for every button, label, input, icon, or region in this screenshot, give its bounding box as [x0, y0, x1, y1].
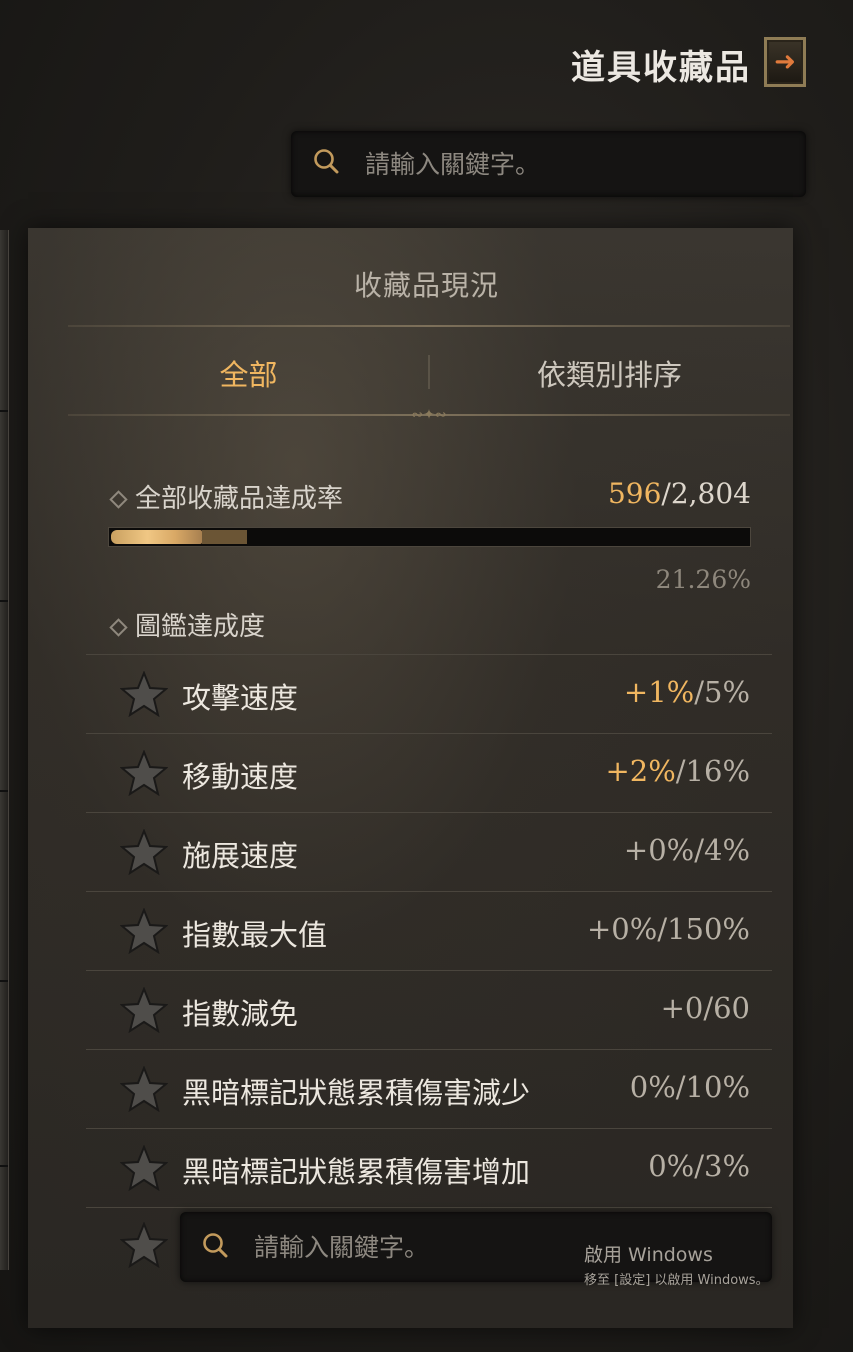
bonus-name: 施展速度: [182, 839, 299, 873]
bonus-value: +2%/16%: [605, 754, 750, 788]
search-icon: [203, 1233, 228, 1258]
bonus-name: 攻擊速度: [182, 681, 299, 715]
bonus-name: 指數減免: [182, 997, 299, 1031]
bonus-name: 指數最大值: [182, 918, 328, 952]
bonus-name: 黑暗標記狀態累積傷害減少: [182, 1076, 531, 1110]
completion-percent: 21.26%: [655, 565, 751, 594]
page-title: 道具收藏品: [571, 48, 751, 88]
watermark-line2: 移至 [設定] 以啟用 Windows。: [584, 1273, 769, 1288]
search-input[interactable]: [363, 141, 787, 187]
bonus-row: 指數最大值 +0%/150%: [86, 891, 772, 970]
tab-all[interactable]: 全部: [68, 352, 429, 394]
completion-current: 596: [607, 477, 662, 510]
panel-title: 收藏品現況: [353, 269, 499, 302]
completion-count: 596/2,804: [608, 477, 751, 510]
windows-activation-watermark: 啟用 Windows 移至 [設定] 以啟用 Windows。: [584, 1240, 769, 1288]
bonus-value: +0%/150%: [587, 912, 750, 946]
bonus-name: 黑暗標記狀態累積傷害增加: [182, 1155, 531, 1189]
completion-progress-pending: [202, 530, 247, 544]
star-icon: [120, 908, 168, 954]
completion-progress-fill: [111, 530, 202, 544]
bonus-name: 移動速度: [182, 760, 299, 794]
completion-progress-bar: [108, 527, 751, 547]
star-icon: [120, 1222, 168, 1268]
bonus-row: 攻擊速度 +1%/5%: [86, 654, 772, 733]
diamond-bullet-icon: [109, 490, 128, 509]
ornament-icon: ∾✦∾: [411, 407, 447, 423]
bonus-row: 指數減免 +0/60: [86, 970, 772, 1049]
completion-label: 全部收藏品達成率: [109, 478, 343, 515]
completion-total: /2,804: [661, 477, 751, 510]
bonus-value: 0%/10%: [629, 1070, 750, 1104]
exit-button[interactable]: ➜: [764, 37, 806, 87]
bonus-list: 攻擊速度 +1%/5% 移動速度 +2%/16% 施展速度 +0%/4% 指數最…: [86, 654, 772, 1208]
exit-arrow-icon: ➜: [774, 47, 796, 77]
left-edge-panel: [0, 230, 9, 1270]
bonus-value: +1%/5%: [623, 675, 750, 709]
bonus-row: 黑暗標記狀態累積傷害減少 0%/10%: [86, 1049, 772, 1128]
star-icon: [120, 750, 168, 796]
search-icon: [314, 149, 339, 174]
tab-sort-by-category[interactable]: 依類別排序: [429, 352, 790, 394]
star-icon: [120, 829, 168, 875]
bonus-value: +0/60: [660, 991, 750, 1025]
bonus-row: 移動速度 +2%/16%: [86, 733, 772, 812]
bonus-value: +0%/4%: [623, 833, 750, 867]
star-icon: [120, 671, 168, 717]
codex-label: 圖鑑達成度: [109, 606, 265, 643]
star-icon: [120, 1145, 168, 1191]
watermark-line1: 啟用 Windows: [584, 1244, 713, 1266]
diamond-bullet-icon: [109, 618, 128, 637]
bonus-row: 黑暗標記狀態累積傷害增加 0%/3%: [86, 1128, 772, 1208]
bonus-value: 0%/3%: [648, 1149, 750, 1183]
search-input-bottom[interactable]: [252, 1224, 556, 1270]
bonus-row: 施展速度 +0%/4%: [86, 812, 772, 891]
star-icon: [120, 987, 168, 1033]
star-icon: [120, 1066, 168, 1112]
divider: [68, 325, 790, 327]
search-bar[interactable]: [291, 131, 806, 197]
